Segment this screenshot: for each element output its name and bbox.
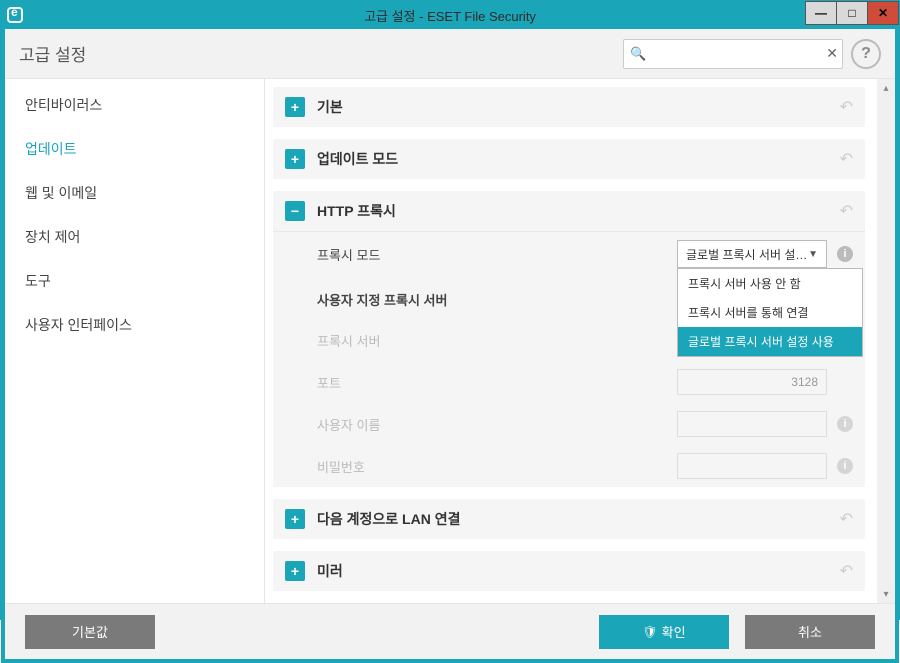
inner-frame: 고급 설정 🔍 ✕ ? 안티바이러스 업데이트 웹 및 이메일 장치 제어 도구… — [1, 29, 899, 663]
help-button[interactable]: ? — [851, 39, 881, 69]
clear-search-icon[interactable]: ✕ — [826, 45, 838, 62]
panel-http-proxy-body: 프록시 모드 글로벌 프록시 서버 설정... ▼ 프록시 서버 사용 안 함 … — [273, 231, 865, 487]
expand-icon: + — [285, 97, 305, 117]
expand-icon: + — [285, 509, 305, 529]
panel-update-mode-head[interactable]: + 업데이트 모드 ↶ — [273, 139, 865, 179]
row-username: 사용자 이름 i — [273, 403, 865, 445]
scroll-up-icon[interactable]: ▴ — [877, 79, 895, 97]
revert-icon[interactable]: ↶ — [840, 561, 853, 581]
panel-http-proxy-head[interactable]: − HTTP 프록시 ↶ — [273, 191, 865, 231]
dropdown-option-via-proxy[interactable]: 프록시 서버를 통해 연결 — [678, 298, 862, 327]
panel-mirror: + 미러 ↶ — [273, 551, 865, 591]
minimize-button[interactable]: — — [805, 1, 837, 25]
collapse-icon: − — [285, 201, 305, 221]
footer: 기본값 🛡 확인 취소 — [5, 603, 895, 659]
header: 고급 설정 🔍 ✕ ? — [5, 29, 895, 79]
revert-icon[interactable]: ↶ — [840, 97, 853, 117]
maximize-button[interactable]: □ — [836, 1, 868, 25]
panel-update-mode-title: 업데이트 모드 — [317, 149, 840, 169]
proxy-mode-selected: 글로벌 프록시 서버 설정... — [686, 246, 808, 263]
sidebar-item-antivirus[interactable]: 안티바이러스 — [5, 83, 264, 127]
proxy-server-label: 프록시 서버 — [317, 331, 677, 350]
panel-http-proxy-title: HTTP 프록시 — [317, 201, 840, 221]
window-title: 고급 설정 - ESET File Security — [364, 6, 536, 25]
password-input — [677, 453, 827, 479]
search-box[interactable]: 🔍 ✕ — [623, 39, 843, 69]
panel-lan: + 다음 계정으로 LAN 연결 ↶ — [273, 499, 865, 539]
close-button[interactable]: ✕ — [867, 1, 899, 25]
revert-icon[interactable]: ↶ — [840, 509, 853, 529]
search-input[interactable] — [650, 46, 826, 61]
info-icon: i — [837, 416, 853, 432]
sidebar: 안티바이러스 업데이트 웹 및 이메일 장치 제어 도구 사용자 인터페이스 — [5, 79, 265, 603]
panel-basic: + 기본 ↶ — [273, 87, 865, 127]
row-port: 포트 i — [273, 361, 865, 403]
sidebar-item-web-email[interactable]: 웹 및 이메일 — [5, 171, 264, 215]
content: + 기본 ↶ + 업데이트 모드 ↶ − HTTP 프록시 — [265, 79, 877, 603]
window-controls: — □ ✕ — [806, 1, 899, 25]
scroll-down-icon[interactable]: ▾ — [877, 585, 895, 603]
sidebar-item-ui[interactable]: 사용자 인터페이스 — [5, 303, 264, 347]
username-input — [677, 411, 827, 437]
password-label: 비밀번호 — [317, 457, 677, 476]
row-proxy-mode: 프록시 모드 글로벌 프록시 서버 설정... ▼ 프록시 서버 사용 안 함 … — [273, 232, 865, 276]
sidebar-item-device-control[interactable]: 장치 제어 — [5, 215, 264, 259]
panel-mirror-head[interactable]: + 미러 ↶ — [273, 551, 865, 591]
port-input — [677, 369, 827, 395]
panel-update-mode: + 업데이트 모드 ↶ — [273, 139, 865, 179]
port-label: 포트 — [317, 373, 677, 392]
panel-basic-head[interactable]: + 기본 ↶ — [273, 87, 865, 127]
proxy-mode-dropdown-wrap: 글로벌 프록시 서버 설정... ▼ 프록시 서버 사용 안 함 프록시 서버를… — [677, 240, 827, 268]
sidebar-item-update[interactable]: 업데이트 — [5, 127, 264, 171]
shield-icon: 🛡 — [642, 625, 657, 639]
expand-icon: + — [285, 149, 305, 169]
page-title: 고급 설정 — [19, 41, 623, 66]
app-window: 고급 설정 - ESET File Security — □ ✕ 고급 설정 🔍… — [0, 0, 900, 620]
app-icon — [1, 1, 29, 29]
dropdown-option-no-proxy[interactable]: 프록시 서버 사용 안 함 — [678, 269, 862, 298]
panel-basic-title: 기본 — [317, 97, 840, 117]
revert-icon[interactable]: ↶ — [840, 201, 853, 221]
proxy-mode-dropdown-list: 프록시 서버 사용 안 함 프록시 서버를 통해 연결 글로벌 프록시 서버 설… — [677, 268, 863, 357]
chevron-down-icon: ▼ — [808, 249, 818, 260]
sidebar-item-tools[interactable]: 도구 — [5, 259, 264, 303]
dropdown-option-global-proxy[interactable]: 글로벌 프록시 서버 설정 사용 — [678, 327, 862, 356]
proxy-mode-label: 프록시 모드 — [317, 245, 677, 264]
vertical-scrollbar[interactable]: ▴ ▾ — [877, 79, 895, 603]
row-password: 비밀번호 i — [273, 445, 865, 487]
titlebar: 고급 설정 - ESET File Security — □ ✕ — [1, 1, 899, 29]
info-icon: i — [837, 458, 853, 474]
panel-mirror-title: 미러 — [317, 561, 840, 581]
proxy-mode-dropdown[interactable]: 글로벌 프록시 서버 설정... ▼ — [677, 240, 827, 268]
panel-lan-head[interactable]: + 다음 계정으로 LAN 연결 ↶ — [273, 499, 865, 539]
info-icon[interactable]: i — [837, 246, 853, 262]
revert-icon[interactable]: ↶ — [840, 149, 853, 169]
body: 안티바이러스 업데이트 웹 및 이메일 장치 제어 도구 사용자 인터페이스 +… — [5, 79, 895, 603]
search-icon: 🔍 — [630, 46, 646, 62]
panel-lan-title: 다음 계정으로 LAN 연결 — [317, 509, 840, 529]
username-label: 사용자 이름 — [317, 415, 677, 434]
expand-icon: + — [285, 561, 305, 581]
panel-http-proxy: − HTTP 프록시 ↶ 프록시 모드 글로벌 프록시 서버 설정... ▼ — [273, 191, 865, 487]
